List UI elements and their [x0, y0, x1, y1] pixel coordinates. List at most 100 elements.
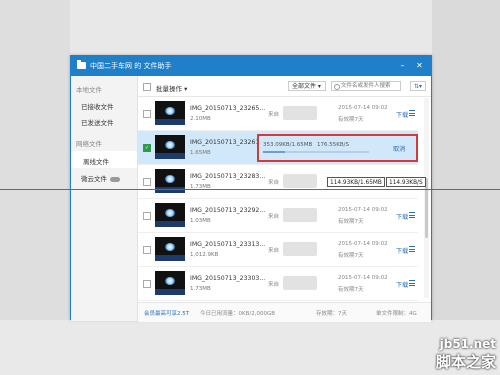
today-usage: 今日已用流量：0KB/2,000GB: [200, 311, 276, 317]
sender-label: 来自: [268, 214, 280, 220]
file-filter-label: 全部文件: [292, 83, 317, 90]
blurred-sender: [283, 208, 317, 222]
select-all-checkbox[interactable]: [143, 83, 151, 91]
sidebar-item-offline[interactable]: 离线文件: [71, 151, 137, 168]
batch-operation-label: 批量操作: [156, 85, 182, 93]
image-thumbnail: [155, 203, 185, 227]
progress-bar-fill: [263, 151, 286, 153]
annotation-red-line: [0, 189, 500, 190]
file-name: IMG_20150713_23265...: [190, 105, 266, 112]
file-size: 1,012.9KB: [190, 252, 219, 258]
sidebar: 本地文件 已接收文件 已发送文件 网络文件 离线文件 微云文件: [71, 76, 138, 321]
progress-text: 353.09KB/1.65MB: [263, 142, 313, 148]
storage-period: 存放期：7天: [316, 311, 347, 317]
row-checkbox[interactable]: [143, 280, 151, 288]
file-row[interactable]: IMG_20150713_23303... 1.73MB 来自 2015-07-…: [138, 267, 418, 301]
close-icon[interactable]: ✕: [414, 60, 425, 71]
search-input[interactable]: [341, 82, 399, 90]
sidebar-item-received[interactable]: 已接收文件: [81, 101, 114, 111]
file-list-panel: 批量操作 ▾ 全部文件 ▾ ⇅▾ IMG_20150713_23265... 2…: [138, 76, 431, 322]
search-icon: [334, 83, 340, 90]
sort-icon: ⇅▾: [413, 83, 423, 90]
file-date: 2015-07-14 09:02: [338, 207, 388, 213]
row-checkbox[interactable]: [143, 110, 151, 118]
sidebar-section-local: 本地文件: [76, 86, 102, 94]
sender-label: 来自: [268, 248, 280, 254]
minimize-icon[interactable]: –: [397, 60, 408, 71]
blurred-sender: [283, 276, 317, 290]
file-size: 1.03MB: [190, 218, 211, 224]
desktop-background-right: [432, 0, 500, 375]
file-validity: 有效期7天: [338, 287, 364, 293]
file-validity: 有效期7天: [338, 219, 364, 225]
window-title: 中国二手车网 的 文件助手: [90, 62, 172, 70]
file-row[interactable]: IMG_20150713_23313... 1,012.9KB 来自 2015-…: [138, 233, 418, 267]
watermark-name: 脚本之家: [435, 353, 496, 371]
file-name: IMG_20150713_23283...: [190, 173, 266, 180]
more-menu-icon[interactable]: [409, 246, 415, 252]
file-filter-dropdown[interactable]: 全部文件 ▾: [288, 81, 326, 91]
file-row[interactable]: IMG_20150713_23265... 2.10MB 来自 2015-07-…: [138, 97, 418, 131]
desktop-background-left: [0, 0, 70, 375]
file-validity: 有效期7天: [338, 117, 364, 123]
progress-bar: [263, 151, 369, 153]
file-validity: 有效期7天: [338, 253, 364, 259]
transfer-speed-tooltip: 114.93KB/S: [386, 177, 426, 187]
desktop-background-bottom: [0, 320, 500, 375]
sidebar-item-sent[interactable]: 已发送文件: [81, 117, 114, 127]
download-button[interactable]: 下载: [396, 246, 408, 255]
file-name: IMG_20150713_23313...: [190, 241, 266, 248]
row-checkbox[interactable]: [143, 178, 151, 186]
blurred-sender: [283, 106, 317, 120]
download-button[interactable]: 下载: [396, 212, 408, 221]
more-menu-icon[interactable]: [409, 110, 415, 116]
toolbar: 批量操作 ▾ 全部文件 ▾ ⇅▾: [138, 76, 431, 97]
sidebar-section-network: 网络文件: [76, 140, 102, 148]
file-size: 1.65MB: [190, 150, 211, 156]
blurred-sender: [283, 174, 317, 188]
file-name: IMG_20150713_23303...: [190, 275, 266, 282]
row-checkbox[interactable]: [143, 212, 151, 220]
search-box[interactable]: [331, 81, 401, 91]
row-checkbox[interactable]: [143, 246, 151, 254]
file-row-downloading[interactable]: ✓ IMG_20150713_23261... 1.65MB 353.09KB/…: [138, 131, 418, 165]
blurred-sender: [283, 242, 317, 256]
image-thumbnail: [155, 135, 185, 159]
watermark-site: jb51.net: [439, 337, 496, 351]
file-date: 2015-07-14 09:02: [338, 275, 388, 281]
progress-speed: 176.55KB/S: [317, 142, 349, 148]
scrollbar[interactable]: [424, 98, 429, 298]
sender-label: 来自: [268, 180, 280, 186]
title-bar[interactable]: 中国二手车网 的 文件助手 – ✕: [71, 56, 431, 76]
file-name: IMG_20150713_23292...: [190, 207, 266, 214]
more-menu-icon[interactable]: [409, 280, 415, 286]
file-date: 2015-07-14 09:02: [338, 105, 388, 111]
sort-button[interactable]: ⇅▾: [410, 81, 426, 91]
sidebar-item-cloud-label: 微云文件: [81, 175, 107, 183]
download-progress-box: 353.09KB/1.65MB 176.55KB/S 取消: [257, 134, 418, 162]
row-checkbox[interactable]: ✓: [143, 144, 151, 152]
file-size-limit: 单文件限制：4G: [376, 311, 417, 317]
file-name: IMG_20150713_23261...: [190, 139, 266, 146]
file-row[interactable]: IMG_20150713_23292... 1.03MB 来自 2015-07-…: [138, 199, 418, 233]
download-button[interactable]: 下载: [396, 280, 408, 289]
sender-label: 来自: [268, 112, 280, 118]
vip-upgrade-link[interactable]: 会员最高可享2.5T: [144, 309, 189, 317]
cancel-button[interactable]: 取消: [393, 144, 405, 153]
status-bar: 会员最高可享2.5T 今日已用流量：0KB/2,000GB 存放期：7天 单文件…: [138, 302, 431, 322]
more-menu-icon[interactable]: [409, 212, 415, 218]
cloud-icon: [110, 176, 120, 182]
image-thumbnail: [155, 101, 185, 125]
scrollbar-thumb[interactable]: [425, 178, 428, 238]
folder-icon: [77, 60, 86, 69]
file-date: 2015-07-14 09:02: [338, 241, 388, 247]
image-thumbnail: [155, 271, 185, 295]
file-size: 1.73MB: [190, 286, 211, 292]
transfer-size-tooltip: 114.93KB/1.65MB: [327, 177, 385, 187]
sidebar-item-cloud[interactable]: 微云文件: [81, 173, 120, 183]
image-thumbnail: [155, 237, 185, 261]
watermark: jb51.net 脚本之家: [436, 337, 496, 372]
file-size: 2.10MB: [190, 116, 211, 122]
download-button[interactable]: 下载: [396, 110, 408, 119]
batch-operation-button[interactable]: 批量操作 ▾: [156, 83, 187, 93]
